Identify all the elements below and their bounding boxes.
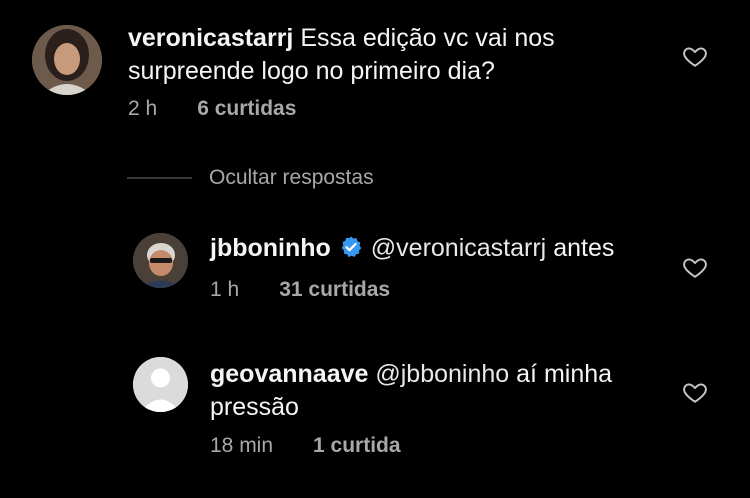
reply-text: jbboninho @veronicastarrj antes [210, 232, 614, 265]
default-avatar-silhouette [133, 357, 188, 412]
reply-body: antes [553, 234, 615, 262]
heart-outline-icon[interactable] [682, 379, 708, 405]
reply-geovannaave: geovannaave @jbboninho aí minha pressão … [0, 350, 750, 480]
avatar-photo [133, 233, 188, 288]
reply-time: 18 min [210, 434, 274, 457]
reply-body-line2: pressão [210, 393, 299, 421]
reply-mention[interactable]: @veronicastarrj [371, 234, 546, 262]
hide-replies-label: Ocultar respostas [209, 166, 374, 189]
reply-meta: 1 h 31 curtidas [210, 278, 390, 302]
reply-username[interactable]: geovannaave [210, 360, 368, 388]
comment-username[interactable]: veronicastarrj [128, 24, 293, 52]
avatar-photo [32, 25, 102, 95]
reply-jbboninho: jbboninho @veronicastarrj antes 1 h 31 c… [0, 220, 750, 320]
heart-outline-icon[interactable] [682, 43, 708, 69]
comment-body-line2: surpreende logo no primeiro dia? [128, 57, 495, 85]
reply-time: 1 h [210, 278, 240, 301]
reply-mention[interactable]: @jbboninho [375, 360, 509, 388]
heart-outline-icon[interactable] [682, 254, 708, 280]
replies-divider-line [127, 177, 192, 179]
comment-meta: 2 h 6 curtidas [128, 97, 296, 121]
comment-text: veronicastarrj Essa edição vc vai nos su… [128, 22, 555, 88]
reply-text: geovannaave @jbboninho aí minha pressão [210, 358, 612, 424]
comment-veronicastarrj: veronicastarrj Essa edição vc vai nos su… [0, 0, 750, 140]
avatar-jbboninho[interactable] [133, 233, 188, 288]
reply-username[interactable]: jbboninho [210, 234, 331, 262]
reply-meta: 18 min 1 curtida [210, 434, 401, 458]
reply-body: aí minha [516, 360, 613, 388]
comment-likes[interactable]: 6 curtidas [197, 97, 296, 121]
reply-likes[interactable]: 31 curtidas [279, 278, 390, 302]
comment-body: Essa edição vc vai nos [300, 24, 555, 52]
hide-replies-toggle[interactable]: Ocultar respostas [127, 163, 374, 193]
verified-badge-icon [341, 236, 362, 258]
default-avatar-icon[interactable] [133, 357, 188, 412]
reply-likes[interactable]: 1 curtida [313, 434, 401, 458]
comment-time: 2 h [128, 97, 158, 120]
avatar-veronicastarrj[interactable] [32, 25, 102, 95]
